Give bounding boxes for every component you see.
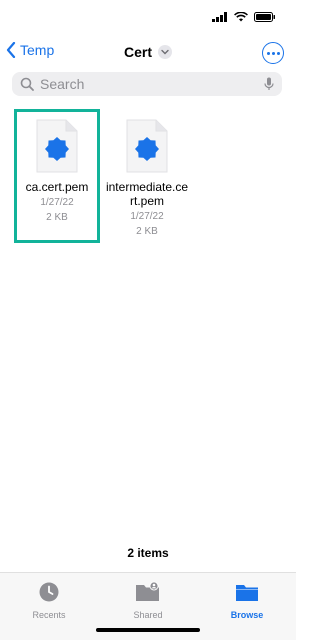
search-input[interactable] bbox=[40, 76, 264, 92]
tab-shared[interactable]: Shared bbox=[113, 581, 183, 620]
tab-label: Browse bbox=[230, 610, 264, 620]
certificate-file-icon bbox=[35, 118, 79, 174]
chevron-down-icon bbox=[158, 45, 172, 59]
microphone-icon[interactable] bbox=[264, 77, 274, 91]
file-date: 1/27/22 bbox=[40, 197, 74, 208]
ellipsis-icon bbox=[266, 51, 270, 55]
navigation-bar: Temp Cert bbox=[0, 40, 296, 68]
clock-icon bbox=[39, 582, 59, 602]
signal-icon bbox=[212, 12, 227, 22]
certificate-file-icon bbox=[125, 118, 169, 174]
page-title: Cert bbox=[123, 44, 152, 60]
home-indicator[interactable] bbox=[96, 628, 200, 632]
shared-folder-icon bbox=[136, 581, 159, 601]
file-size: 2 KB bbox=[46, 212, 68, 223]
page-title-container: Cert bbox=[0, 44, 296, 60]
folder-icon bbox=[236, 585, 258, 601]
tab-label: Recents bbox=[32, 610, 66, 620]
items-count: 2 items bbox=[127, 546, 169, 560]
status-icons bbox=[212, 12, 276, 22]
ellipsis-dot bbox=[276, 51, 280, 55]
ellipsis-dot bbox=[271, 51, 275, 55]
file-name: ca.cert.pem bbox=[25, 180, 89, 194]
search-bar[interactable] bbox=[12, 72, 282, 96]
status-bar bbox=[0, 0, 296, 40]
search-icon bbox=[20, 77, 34, 91]
file-name: intermediate.cert.pem bbox=[105, 180, 189, 208]
tab-label: Shared bbox=[133, 610, 163, 620]
title-menu[interactable]: Cert bbox=[124, 44, 172, 60]
tab-browse[interactable]: Browse bbox=[212, 581, 282, 620]
wifi-icon bbox=[234, 12, 248, 22]
tab-recents[interactable]: Recents bbox=[14, 581, 84, 620]
file-item-ca-cert[interactable]: ca.cert.pem 1/27/22 2 KB bbox=[14, 109, 100, 243]
more-options-button[interactable] bbox=[262, 42, 284, 64]
battery-icon bbox=[254, 12, 275, 22]
file-date: 1/27/22 bbox=[130, 211, 164, 222]
file-item-intermediate-cert[interactable]: intermediate.cert.pem 1/27/22 2 KB bbox=[104, 112, 190, 238]
file-size: 2 KB bbox=[136, 226, 158, 237]
